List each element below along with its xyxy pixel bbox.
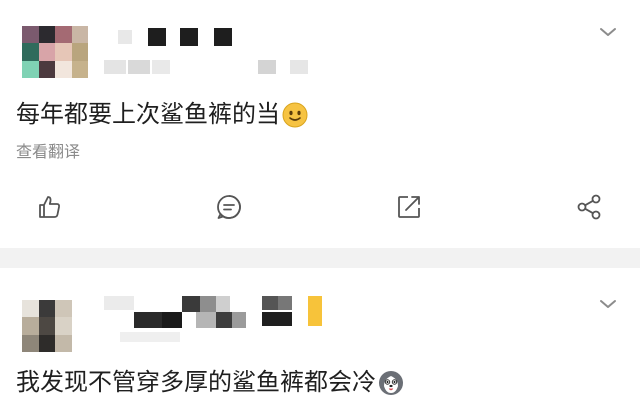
- chevron-down-icon[interactable]: [598, 24, 618, 38]
- post-text-content: 我发现不管穿多厚的鲨鱼裤都会冷: [16, 368, 376, 396]
- avatar[interactable]: [22, 300, 72, 352]
- badge-icon: [308, 296, 322, 326]
- post-card: 每年都要上次鲨鱼裤的当 查看翻译: [0, 0, 640, 248]
- husky-face-icon: [379, 371, 403, 395]
- thumbs-up-icon[interactable]: [34, 192, 64, 222]
- post-text: 我发现不管穿多厚的鲨鱼裤都会冷: [16, 366, 404, 398]
- post-text-content: 每年都要上次鲨鱼裤的当: [16, 100, 280, 128]
- chevron-down-icon[interactable]: [598, 296, 618, 310]
- repost-icon[interactable]: [394, 192, 424, 222]
- share-icon[interactable]: [574, 192, 604, 222]
- post-text: 每年都要上次鲨鱼裤的当: [16, 98, 308, 130]
- avatar[interactable]: [22, 26, 88, 78]
- translate-link[interactable]: 查看翻译: [16, 141, 80, 163]
- comment-icon[interactable]: [214, 192, 244, 222]
- smiley-face-icon: [282, 102, 308, 128]
- post-divider: [0, 248, 640, 268]
